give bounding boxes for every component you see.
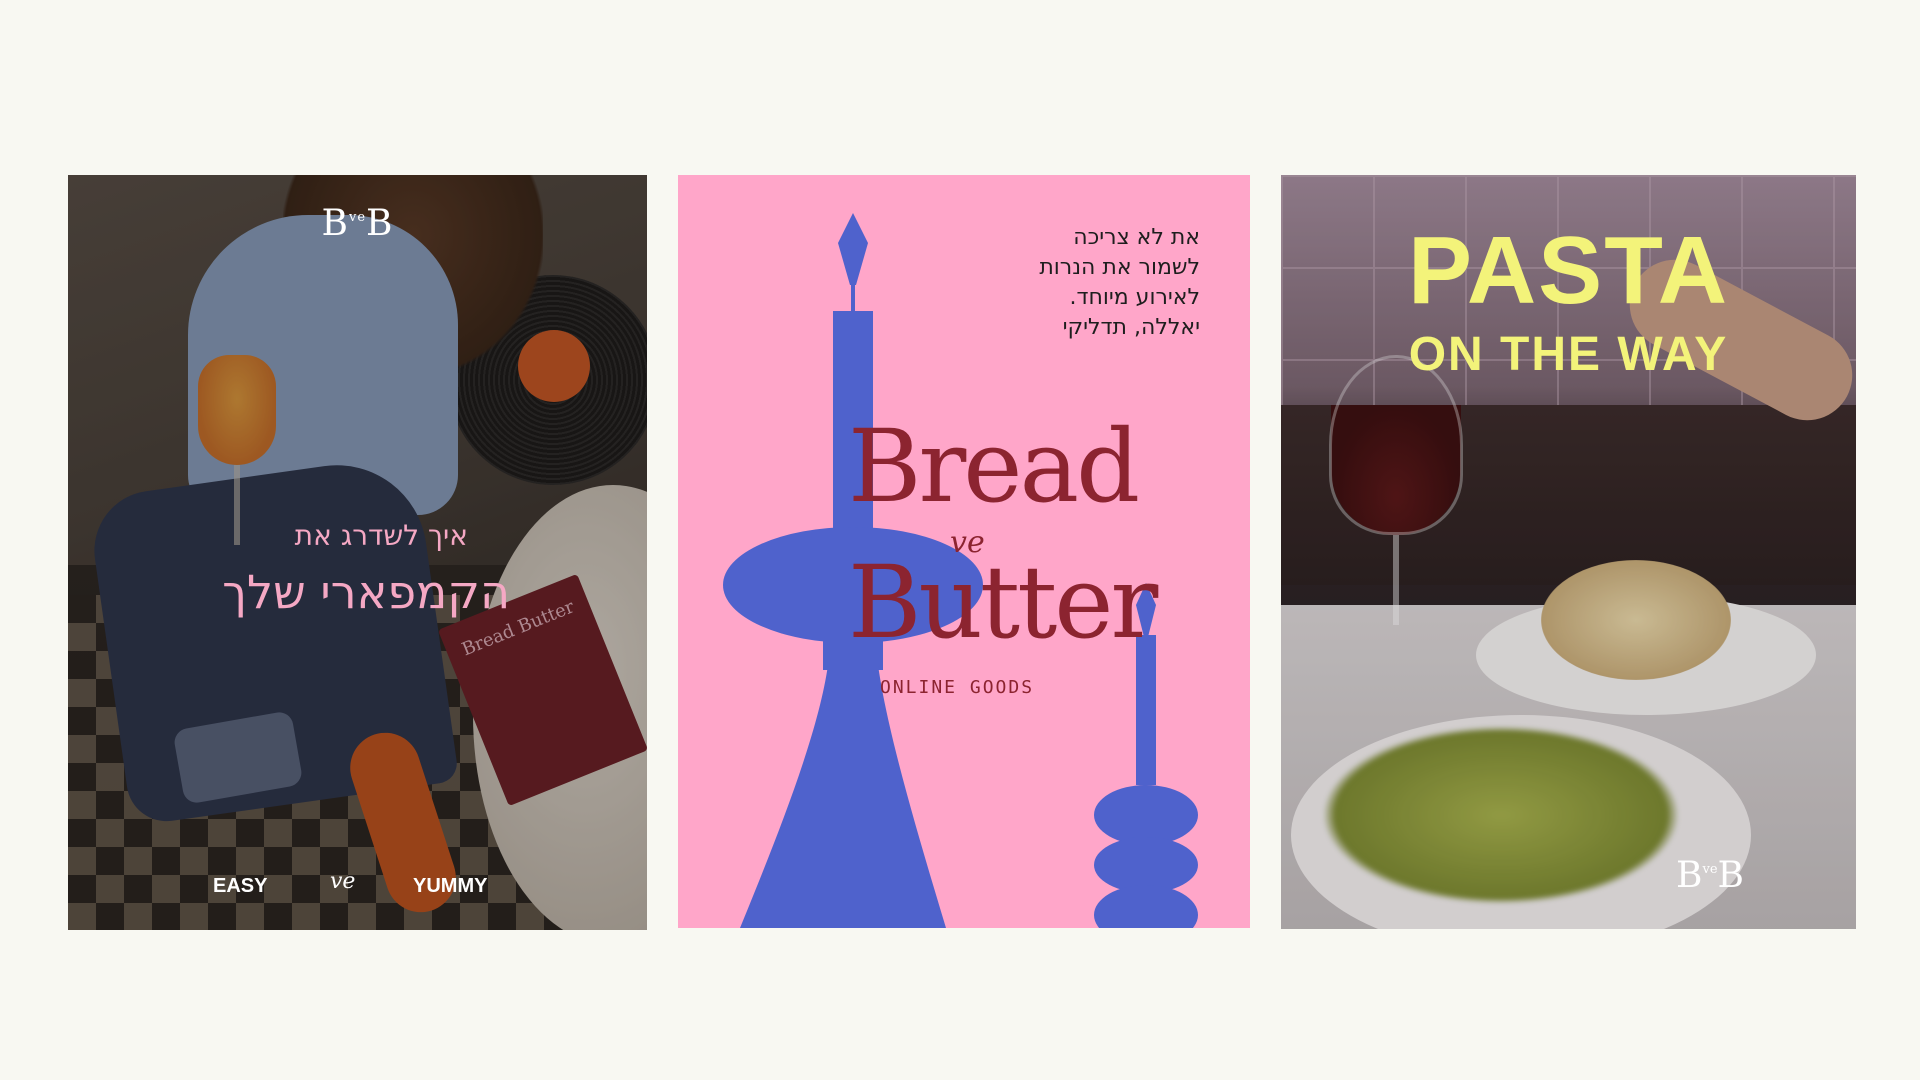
- bvb-logo: BveB: [68, 203, 647, 244]
- pasta-poster: PASTA ON THE WAY BveB: [1281, 175, 1856, 929]
- brand-word-butter: Butter: [848, 544, 1158, 661]
- copy-line-4: יאללה, תדליקי: [1062, 315, 1200, 340]
- big-candle-wick: [851, 283, 855, 313]
- campari-poster: Bread Butter BveB איך לשדרג את הקמפארי ש…: [68, 175, 647, 930]
- subheadline-on-the-way: ON THE WAY: [1408, 328, 1729, 381]
- copy-line-3: לאירוע מיוחד.: [1069, 285, 1200, 310]
- footer-easy: EASY: [213, 875, 268, 897]
- headline-line-1: איך לשדרג את: [294, 519, 468, 552]
- logo-letter-right: B: [1717, 855, 1744, 896]
- logo-letter-left: B: [321, 203, 349, 244]
- photo-shade: [68, 175, 647, 930]
- logo-letter-right: B: [366, 203, 394, 244]
- hebrew-copy: את לא צריכה לשמור את הנרות לאירוע מיוחד.…: [1039, 223, 1200, 343]
- footer-yummy: YUMMY: [413, 875, 488, 897]
- small-candle-holder-ring-1: [1094, 785, 1198, 845]
- brand-word-bread: Bread: [848, 408, 1140, 525]
- copy-line-2: לשמור את הנרות: [1039, 255, 1200, 280]
- small-candle-holder-ring-2: [1094, 837, 1198, 893]
- copy-line-1: את לא צריכה: [1073, 225, 1200, 250]
- headline-line-2: הקמפארי שלך: [222, 565, 510, 619]
- footer-ve: ve: [330, 869, 356, 894]
- bvb-logo: BveB: [1281, 855, 1744, 896]
- headline-pasta: PASTA: [1407, 217, 1730, 324]
- logo-letter-left: B: [1676, 855, 1703, 896]
- big-candle-holder-base: [740, 665, 946, 928]
- small-candle-holder-ring-3: [1094, 885, 1198, 928]
- logo-ve: ve: [1702, 862, 1718, 877]
- big-candle-flame: [838, 213, 868, 285]
- logo-ve: ve: [348, 210, 367, 225]
- candles-poster: את לא צריכה לשמור את הנרות לאירוע מיוחד.…: [678, 175, 1250, 928]
- tagline-online-goods: ONLINE GOODS: [880, 677, 1035, 698]
